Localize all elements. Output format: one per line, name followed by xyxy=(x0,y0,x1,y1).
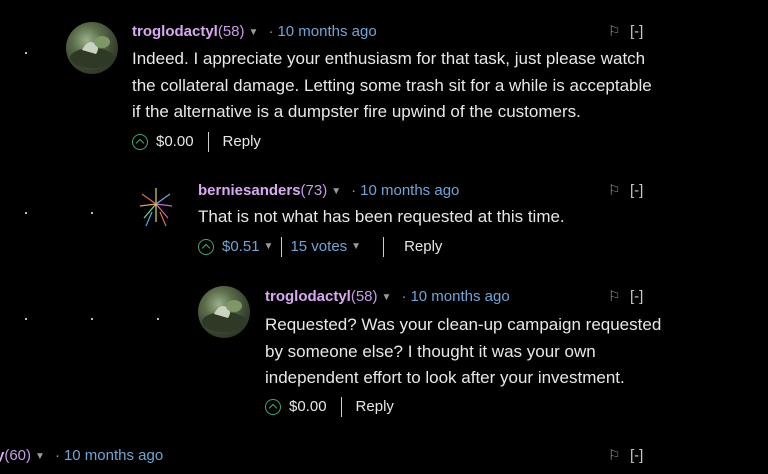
comment-body: That is not what has been requested at t… xyxy=(198,204,658,231)
comment: troglodactyl(58) ▼ · 10 months ago ⚐ [-] In… xyxy=(0,0,768,160)
chevron-down-icon[interactable]: ▼ xyxy=(249,24,259,42)
separator-dot: · xyxy=(351,182,357,199)
flag-icon[interactable]: ⚐ xyxy=(608,23,621,40)
timestamp[interactable]: 10 months ago xyxy=(277,23,376,40)
flag-icon[interactable]: ⚐ xyxy=(608,447,621,464)
avatar[interactable] xyxy=(66,22,118,74)
chevron-down-icon[interactable]: ▼ xyxy=(331,183,341,201)
comment-body: Indeed. I appreciate your enthusiasm for… xyxy=(132,46,672,126)
comment: y(60) ▼ · 10 months ago ⚐ [-] xyxy=(0,440,768,474)
payout-value: $0.00 xyxy=(156,133,194,150)
avatar[interactable] xyxy=(132,182,180,230)
flag-icon[interactable]: ⚐ xyxy=(608,182,621,199)
timestamp[interactable]: 10 months ago xyxy=(64,447,163,464)
divider xyxy=(281,237,283,257)
timestamp[interactable]: 10 months ago xyxy=(410,288,509,305)
payout-value[interactable]: $0.51 xyxy=(222,237,260,257)
collapse-button[interactable]: [-] xyxy=(630,447,643,464)
comment: berniesanders(73) ▼ · 10 months ago ⚐ [-] T… xyxy=(0,160,768,270)
avatar-image xyxy=(139,188,173,227)
comment: troglodactyl(58) ▼ · 10 months ago ⚐ [-] Re… xyxy=(0,270,768,430)
separator-dot: · xyxy=(268,23,274,40)
avatar[interactable] xyxy=(198,286,250,338)
votes-count[interactable]: 15 votes xyxy=(290,237,347,257)
comment-body: Requested? Was your clean-up campaign re… xyxy=(265,312,685,392)
payout-value: $0.00 xyxy=(289,398,327,415)
comment-thread: troglodactyl(58) ▼ · 10 months ago ⚐ [-] In… xyxy=(0,0,768,474)
body-line: by someone else? I thought it was your o… xyxy=(265,341,596,361)
reply-button[interactable]: Reply xyxy=(223,132,261,152)
reply-button[interactable]: Reply xyxy=(404,237,442,257)
flag-icon[interactable]: ⚐ xyxy=(608,288,621,305)
upvote-icon[interactable] xyxy=(265,399,281,415)
reply-button[interactable]: Reply xyxy=(356,397,394,417)
divider xyxy=(207,132,209,152)
body-line: Requested? Was your clean-up campaign re… xyxy=(265,315,662,334)
body-line: if the alternative is a dumpster fire up… xyxy=(132,102,581,121)
author-reputation: (58) xyxy=(350,288,378,305)
author-reputation: y(60) xyxy=(0,447,31,464)
collapse-button[interactable]: [-] xyxy=(630,288,643,305)
comment-footer: $0.00 Reply xyxy=(265,397,394,417)
chevron-down-icon[interactable]: ▼ xyxy=(264,237,274,257)
avatar-image xyxy=(202,300,246,332)
body-line: That is not what has been requested at t… xyxy=(198,207,565,226)
author-reputation: (73) xyxy=(300,182,328,199)
chevron-down-icon[interactable]: ▼ xyxy=(382,289,392,307)
author-name[interactable]: troglodactyl xyxy=(132,23,218,40)
author-reputation: (58) xyxy=(217,23,245,40)
collapse-button[interactable]: [-] xyxy=(630,23,643,40)
body-line: independent effort to look after your in… xyxy=(265,368,625,387)
separator-dot: · xyxy=(54,447,60,464)
comment-header: troglodactyl(58) ▼ · 10 months ago xyxy=(265,288,510,307)
comment-footer: $0.00 Reply xyxy=(132,132,261,152)
author-name[interactable]: berniesanders xyxy=(198,182,301,199)
avatar-image xyxy=(70,36,114,68)
upvote-icon[interactable] xyxy=(132,134,148,150)
author-name[interactable]: troglodactyl xyxy=(265,288,351,305)
divider xyxy=(340,397,342,417)
body-line: Indeed. I appreciate your enthusiasm for… xyxy=(132,49,646,68)
reputation-value: (60) xyxy=(4,447,32,464)
body-line: the collateral damage. Letting some tras… xyxy=(132,75,652,95)
comment-header: troglodactyl(58) ▼ · 10 months ago xyxy=(132,23,377,42)
upvote-icon[interactable] xyxy=(198,239,214,255)
separator-dot: · xyxy=(401,288,407,305)
comment-header: y(60) ▼ · 10 months ago xyxy=(0,447,163,466)
chevron-down-icon[interactable]: ▼ xyxy=(351,237,361,257)
comment-header: berniesanders(73) ▼ · 10 months ago xyxy=(198,182,459,201)
divider xyxy=(383,237,385,257)
timestamp[interactable]: 10 months ago xyxy=(360,182,459,199)
comment-footer: $0.51 ▼ 15 votes ▼ Reply xyxy=(198,237,442,257)
chevron-down-icon[interactable]: ▼ xyxy=(35,448,45,466)
collapse-button[interactable]: [-] xyxy=(630,182,643,199)
